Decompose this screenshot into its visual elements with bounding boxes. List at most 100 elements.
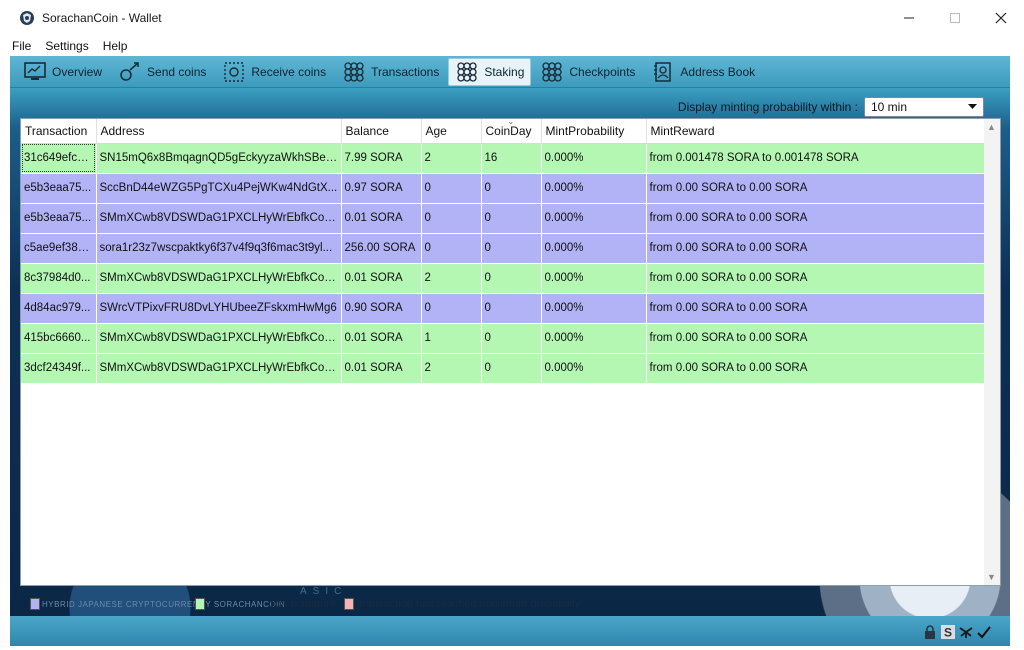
cell-mintprobability[interactable]: 0.000%	[541, 353, 647, 384]
tab-overview[interactable]: Overview	[16, 58, 109, 86]
cell-coinday[interactable]: 0	[481, 293, 542, 324]
cell-age[interactable]: 0	[421, 233, 482, 264]
vertical-scrollbar[interactable]: ▲ ▼	[984, 119, 1000, 585]
cell-mintprobability[interactable]: 0.000%	[541, 173, 647, 204]
cell-address[interactable]: SMmXCwb8VDSWDaG1PXCLHyWrEbfkCous...	[96, 263, 342, 294]
tab-address-book[interactable]: Address Book	[644, 58, 762, 86]
cell-transaction[interactable]: 3dcf24349f...	[21, 353, 97, 384]
cell-balance[interactable]: 7.99 SORA	[341, 143, 422, 174]
col-coinday[interactable]: ⌄ CoinDay	[481, 119, 542, 144]
col-age[interactable]: Age	[421, 119, 482, 144]
staking-table-container: Transaction Address Balance Age ⌄ CoinDay…	[20, 118, 1001, 586]
staking-s-icon[interactable]: S	[940, 624, 956, 640]
table-row[interactable]: 415bc6660... SMmXCwb8VDSWDaG1PXCLHyWrEbfk…	[21, 323, 986, 354]
tab-transactions[interactable]: Transactions	[335, 58, 446, 86]
cell-mintprobability[interactable]: 0.000%	[541, 233, 647, 264]
cell-mintreward[interactable]: from 0.00 SORA to 0.00 SORA	[646, 323, 986, 354]
cell-coinday[interactable]: 0	[481, 323, 542, 354]
cell-mintprobability[interactable]: 0.000%	[541, 263, 647, 294]
cell-coinday[interactable]: 0	[481, 203, 542, 234]
table-header-row: Transaction Address Balance Age ⌄ CoinDay…	[21, 119, 986, 144]
cell-age[interactable]: 0	[421, 293, 482, 324]
tab-receive-coins[interactable]: Receive coins	[215, 58, 333, 86]
cell-coinday[interactable]: 0	[481, 353, 542, 384]
cell-age[interactable]: 0	[421, 173, 482, 204]
cell-transaction[interactable]: 415bc6660...	[21, 323, 97, 354]
receive-coins-icon	[224, 61, 245, 82]
cell-mintprobability[interactable]: 0.000%	[541, 143, 647, 174]
maximize-button[interactable]	[932, 0, 978, 36]
cell-balance[interactable]: 0.01 SORA	[341, 323, 422, 354]
cell-address[interactable]: SMmXCwb8VDSWDaG1PXCLHyWrEbfkCous...	[96, 323, 342, 354]
cell-balance[interactable]: 0.97 SORA	[341, 173, 422, 204]
cell-mintprobability[interactable]: 0.000%	[541, 203, 647, 234]
table-row[interactable]: e5b3eaa75... SMmXCwb8VDSWDaG1PXCLHyWrEbfk…	[21, 203, 986, 234]
table-row[interactable]: e5b3eaa75... SccBnD44eWZG5PgTCXu4PejWKw4N…	[21, 173, 986, 204]
cell-age[interactable]: 1	[421, 323, 482, 354]
scroll-down-icon[interactable]: ▼	[987, 572, 996, 582]
legend-swatch-immature	[30, 598, 40, 610]
legend-item-max-probability: transaction has reached maximum probabil…	[344, 598, 580, 610]
cell-balance[interactable]: 0.01 SORA	[341, 263, 422, 294]
cell-balance[interactable]: 0.01 SORA	[341, 203, 422, 234]
cell-mintreward[interactable]: from 0.00 SORA to 0.00 SORA	[646, 293, 986, 324]
minting-window-select[interactable]: 10 min	[864, 97, 984, 117]
menu-file[interactable]: File	[12, 39, 31, 53]
cell-mintreward[interactable]: from 0.00 SORA to 0.00 SORA	[646, 353, 986, 384]
cell-coinday[interactable]: 0	[481, 173, 542, 204]
cell-balance[interactable]: 0.01 SORA	[341, 353, 422, 384]
cell-mintprobability[interactable]: 0.000%	[541, 293, 647, 324]
scroll-up-icon[interactable]: ▲	[987, 122, 996, 132]
cell-address[interactable]: SMmXCwb8VDSWDaG1PXCLHyWrEbfkCous...	[96, 203, 342, 234]
cell-transaction[interactable]: 31c649efc8...	[21, 143, 97, 174]
svg-text:S: S	[944, 626, 952, 640]
minimize-button[interactable]	[886, 0, 932, 36]
cell-transaction[interactable]: 8c37984d0...	[21, 263, 97, 294]
cell-transaction[interactable]: c5ae9ef38c...	[21, 233, 97, 264]
cell-balance[interactable]: 0.90 SORA	[341, 293, 422, 324]
cell-age[interactable]: 2	[421, 143, 482, 174]
cell-age[interactable]: 2	[421, 263, 482, 294]
cell-mintprobability[interactable]: 0.000%	[541, 323, 647, 354]
cell-mintreward[interactable]: from 0.00 SORA to 0.00 SORA	[646, 173, 986, 204]
cell-age[interactable]: 0	[421, 203, 482, 234]
cell-mintreward[interactable]: from 0.00 SORA to 0.00 SORA	[646, 233, 986, 264]
table-row[interactable]: 31c649efc8... SN15mQ6x8BmqagnQD5gEckyyzaW…	[21, 143, 986, 174]
cell-transaction[interactable]: 4d84ac979...	[21, 293, 97, 324]
staking-table-body: 31c649efc8... SN15mQ6x8BmqagnQD5gEckyyzaW…	[21, 143, 986, 384]
tab-checkpoints[interactable]: Checkpoints	[533, 58, 642, 86]
tab-staking[interactable]: Staking	[448, 57, 532, 86]
menu-settings[interactable]: Settings	[45, 39, 88, 53]
table-row[interactable]: 8c37984d0... SMmXCwb8VDSWDaG1PXCLHyWrEbfk…	[21, 263, 986, 294]
cell-address[interactable]: SN15mQ6x8BmqagnQD5gEckyyzaWkhSBeUn	[96, 143, 342, 174]
cell-coinday[interactable]: 0	[481, 233, 542, 264]
cell-mintreward[interactable]: from 0.001478 SORA to 0.001478 SORA	[646, 143, 986, 174]
cell-mintreward[interactable]: from 0.00 SORA to 0.00 SORA	[646, 203, 986, 234]
close-button[interactable]	[978, 0, 1024, 36]
cell-balance[interactable]: 256.00 SORA	[341, 233, 422, 264]
status-bar: S	[10, 616, 1010, 646]
cell-address[interactable]: SWrcVTPixvFRU8DvLYHUbeeZFskxmHwMg6	[96, 293, 342, 324]
table-row[interactable]: 4d84ac979... SWrcVTPixvFRU8DvLYHUbeeZFskx…	[21, 293, 986, 324]
cell-address[interactable]: SccBnD44eWZG5PgTCXu4PejWKw4NdGtX...	[96, 173, 342, 204]
cell-address[interactable]: SMmXCwb8VDSWDaG1PXCLHyWrEbfkCous...	[96, 353, 342, 384]
network-icon[interactable]	[958, 624, 974, 640]
tab-send-coins[interactable]: Send coins	[111, 58, 213, 86]
cell-transaction[interactable]: e5b3eaa75...	[21, 173, 97, 204]
col-address[interactable]: Address	[96, 119, 342, 144]
col-balance[interactable]: Balance	[341, 119, 422, 144]
col-mintreward[interactable]: MintReward	[646, 119, 986, 144]
col-mintprobability[interactable]: MintProbability	[541, 119, 647, 144]
cell-transaction[interactable]: e5b3eaa75...	[21, 203, 97, 234]
lock-icon[interactable]	[922, 624, 938, 640]
table-row[interactable]: c5ae9ef38c... sora1r23z7wscpaktky6f37v4f9…	[21, 233, 986, 264]
synced-check-icon[interactable]	[976, 624, 992, 640]
cell-coinday[interactable]: 16	[481, 143, 542, 174]
menu-help[interactable]: Help	[103, 39, 128, 53]
cell-coinday[interactable]: 0	[481, 263, 542, 294]
cell-address[interactable]: sora1r23z7wscpaktky6f37v4f9q3f6mac3t9yl.…	[96, 233, 342, 264]
cell-age[interactable]: 2	[421, 353, 482, 384]
table-row[interactable]: 3dcf24349f... SMmXCwb8VDSWDaG1PXCLHyWrEbf…	[21, 353, 986, 384]
cell-mintreward[interactable]: from 0.00 SORA to 0.00 SORA	[646, 263, 986, 294]
col-transaction[interactable]: Transaction	[21, 119, 97, 144]
